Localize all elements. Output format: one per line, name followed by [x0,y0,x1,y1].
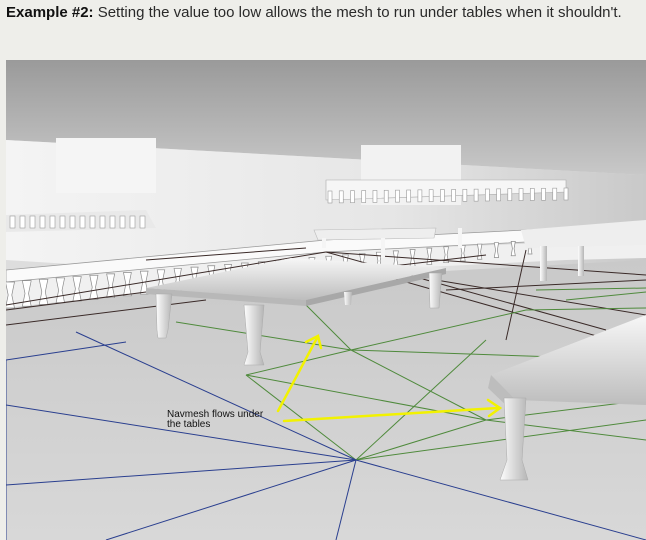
baluster [372,190,378,203]
baluster [9,215,16,229]
baluster [327,190,333,204]
baluster [19,215,26,229]
baluster [496,188,501,202]
baluster [109,215,116,229]
baluster [99,215,106,229]
annotation-label: Navmesh flows under the tables [167,410,297,430]
baluster [440,189,445,202]
annotation-line-2: the tables [167,419,211,430]
baluster [39,215,46,229]
baluster [395,189,400,203]
baluster [49,215,56,229]
caption-label: Example #2: [6,4,94,21]
baluster [417,189,423,203]
baluster [350,190,355,204]
baluster [406,189,411,203]
baluster [428,189,434,203]
baluster [383,189,389,203]
scene-render [6,60,646,540]
baluster [119,215,126,229]
baluster [69,215,76,229]
navmesh-screenshot: Navmesh flows under the tables [6,60,646,540]
baluster [473,188,479,202]
wall-pillar [56,138,156,193]
baluster [485,188,490,202]
baluster [552,187,558,201]
baluster [29,215,36,229]
baluster [79,215,86,229]
baluster [518,188,524,201]
baluster [462,188,468,202]
figure-caption: Example #2: Setting the value too low al… [6,2,638,24]
baluster [507,188,513,202]
baluster [541,187,546,201]
baluster [129,215,136,229]
baluster [563,187,569,201]
baluster [89,215,96,229]
baluster [59,215,66,229]
baluster [451,189,456,202]
baluster [139,215,146,229]
caption-text: Setting the value too low allows the mes… [93,4,622,21]
baluster [338,190,344,204]
baluster [361,190,367,203]
baluster [529,188,535,201]
